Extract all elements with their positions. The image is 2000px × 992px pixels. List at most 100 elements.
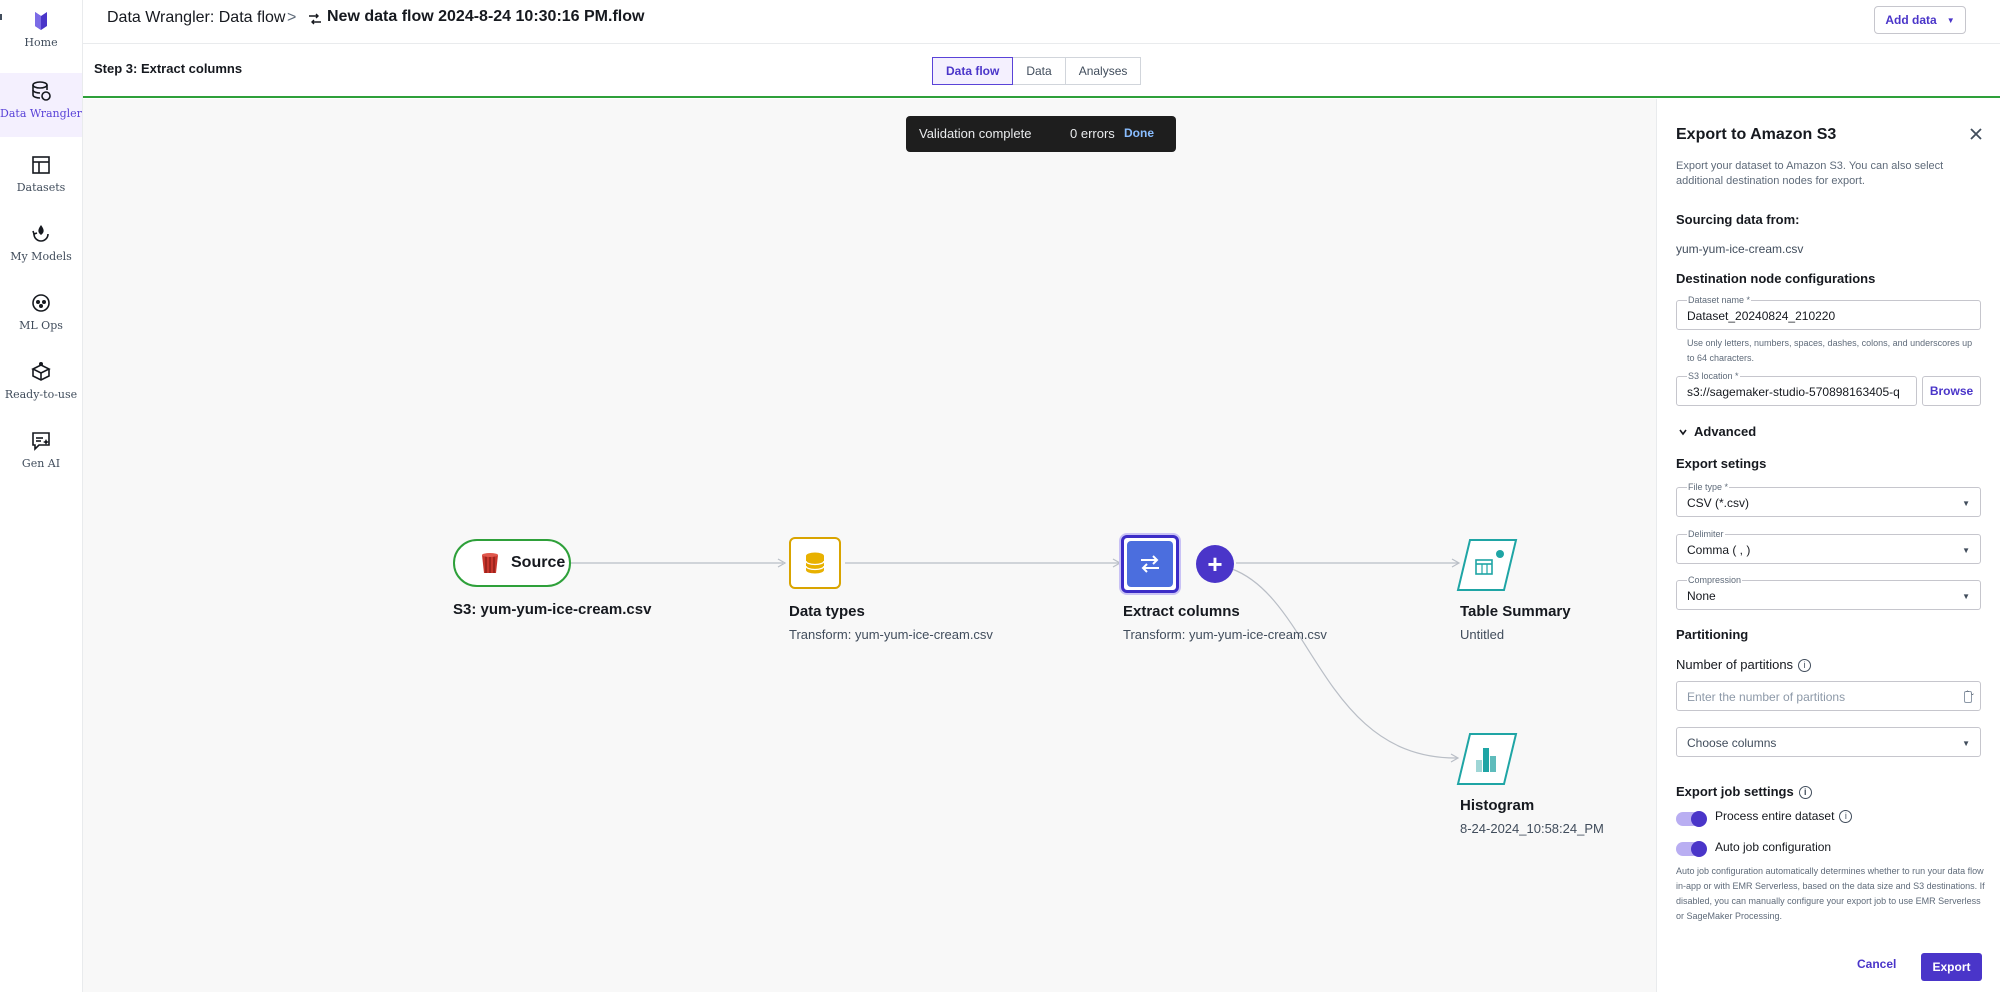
table-summary-node[interactable] [1456, 538, 1518, 591]
file-type-value: CSV (*.csv) [1687, 496, 1750, 510]
tab-analyses[interactable]: Analyses [1065, 57, 1142, 85]
source-pill-label: Source [511, 554, 566, 571]
caret-down-icon: ▼ [1962, 499, 1970, 508]
add-data-label: Add data [1885, 13, 1937, 27]
close-icon[interactable] [1967, 125, 1985, 143]
chevron-down-icon [1679, 429, 1687, 435]
choose-columns-placeholder: Choose columns [1687, 736, 1777, 750]
delimiter-select[interactable]: Delimiter Comma ( , ) ▼ [1676, 529, 1981, 564]
tab-data-flow[interactable]: Data flow [932, 57, 1014, 85]
source-node[interactable]: Source [453, 539, 571, 587]
choose-columns-select[interactable]: Choose columns ▼ [1676, 727, 1981, 757]
histogram-title: Histogram [1460, 797, 1535, 814]
extract-columns-title: Extract columns [1123, 603, 1240, 620]
dataset-name-hint: Use only letters, numbers, spaces, dashe… [1687, 338, 1973, 363]
extract-columns-subtitle: Transform: yum-yum-ice-cream.csv [1123, 627, 1327, 642]
dataset-name-value: Dataset_20240824_210220 [1687, 309, 1836, 323]
nav-item-my-models[interactable]: My Models [0, 216, 82, 280]
destination-heading: Destination node configurations [1676, 271, 1876, 286]
step-title: Step 3: Extract columns [94, 61, 243, 76]
info-icon[interactable]: i [1798, 786, 1812, 800]
add-data-button[interactable]: Add data ▼ [1874, 6, 1966, 34]
process-entire-toggle[interactable] [1676, 811, 1707, 827]
panel-description: Export your dataset to Amazon S3. You ca… [1676, 160, 1944, 187]
data-types-node[interactable] [789, 537, 841, 589]
caret-down-icon: ▼ [1962, 739, 1970, 748]
export-settings-heading: Export setings [1676, 456, 1767, 471]
histogram-node[interactable] [1456, 732, 1518, 785]
tab-data[interactable]: Data [1013, 57, 1066, 85]
process-entire-label: Process entire dataset [1715, 809, 1835, 823]
info-icon[interactable]: i [1839, 810, 1853, 824]
nav-item-data-wrangler[interactable]: Data Wrangler [0, 73, 82, 137]
delimiter-value: Comma ( , ) [1687, 543, 1751, 557]
nav-label: My Models [10, 250, 72, 263]
partitioning-heading: Partitioning [1676, 627, 1749, 642]
extract-columns-node[interactable] [1121, 535, 1179, 593]
nav-item-datasets[interactable]: Datasets [0, 147, 82, 211]
nav-item-ml-ops[interactable]: ML Ops [0, 285, 82, 349]
caret-down-icon: ▼ [1962, 592, 1970, 601]
extract-columns-inner [1127, 541, 1173, 587]
auto-job-toggle[interactable] [1676, 841, 1707, 857]
file-type-label: File type * [1687, 482, 1730, 492]
top-header: Data Wrangler: Data flow > New data flow… [83, 0, 2000, 44]
browse-button[interactable]: Browse [1922, 376, 1981, 406]
process-entire-row: Process entire dataset i [1715, 809, 1853, 824]
database-icon [805, 552, 825, 574]
nav-label: Home [24, 36, 58, 49]
dataset-name-field[interactable]: Dataset name * Dataset_20240824_210220 [1676, 295, 1981, 330]
auto-job-label: Auto job configuration [1715, 840, 1832, 854]
histogram-icon [1456, 733, 1518, 785]
stepper-icon[interactable]: ⌃⌄ [1964, 691, 1975, 703]
cancel-button[interactable]: Cancel [1857, 957, 1896, 971]
flow-edges [571, 558, 1461, 763]
num-partitions-input[interactable]: Enter the number of partitions ⌃⌄ [1676, 681, 1981, 711]
compression-select[interactable]: Compression None ▼ [1676, 575, 1981, 610]
nav-item-home[interactable]: Home [0, 2, 82, 66]
data-types-subtitle: Transform: yum-yum-ice-cream.csv [789, 627, 993, 642]
data-types-title: Data types [789, 603, 865, 620]
file-type-select[interactable]: File type * CSV (*.csv) ▼ [1676, 482, 1981, 517]
gen-ai-icon [32, 432, 50, 451]
breadcrumb-current: New data flow 2024-8-24 10:30:16 PM.flow [327, 8, 645, 25]
source-node-title: S3: yum-yum-ice-cream.csv [453, 601, 652, 618]
s3-location-label: S3 location * [1687, 371, 1740, 381]
num-partitions-placeholder: Enter the number of partitions [1687, 690, 1846, 704]
s3-location-field[interactable]: S3 location * s3://sagemaker-studio-5708… [1676, 371, 1917, 406]
nav-label: Gen AI [21, 457, 61, 470]
datasets-icon [32, 156, 50, 174]
flow-canvas[interactable]: Validation complete 0 errors Done Source… [83, 99, 1656, 992]
table-summary-icon [1456, 539, 1518, 591]
view-tabs: Data flow Data Analyses [932, 57, 1142, 85]
delimiter-label: Delimiter [1687, 529, 1725, 539]
caret-down-icon: ▼ [1962, 546, 1970, 555]
nav-label: Datasets [16, 181, 66, 194]
nav-label: Data Wrangler [0, 107, 82, 120]
num-partitions-label: Number of partitions [1676, 657, 1794, 672]
models-icon [32, 225, 49, 242]
auto-job-description: Auto job configuration automatically det… [1676, 866, 1985, 921]
nav-label: ML Ops [19, 319, 63, 332]
info-icon[interactable]: i [1798, 659, 1812, 673]
nav-item-ready-to-use[interactable]: Ready-to-use [0, 354, 82, 418]
table-summary-subtitle: Untitled [1460, 627, 1505, 642]
export-button[interactable]: Export [1921, 953, 1982, 981]
panel-title: Export to Amazon S3 [1676, 126, 1837, 143]
export-panel: Export to Amazon S3 Export your dataset … [1656, 99, 2000, 992]
nav-item-gen-ai[interactable]: Gen AI [0, 423, 82, 487]
job-settings-heading: Export job settings [1676, 784, 1794, 799]
add-step-button[interactable]: + [1196, 545, 1234, 583]
dataset-name-label: Dataset name * [1687, 295, 1752, 305]
nav-label: Ready-to-use [4, 388, 78, 401]
advanced-label: Advanced [1694, 424, 1757, 439]
sourcing-value: yum-yum-ice-cream.csv [1676, 242, 1804, 256]
advanced-toggle[interactable]: Advanced [1678, 424, 1756, 439]
num-partitions-row: Number of partitions i [1676, 657, 1812, 673]
sourcing-heading: Sourcing data from: [1676, 212, 1800, 227]
breadcrumb-root[interactable]: Data Wrangler: Data flow [107, 9, 285, 27]
compression-label: Compression [1687, 575, 1743, 585]
left-nav: Home Data Wrangler Datasets My Models ML… [0, 0, 83, 992]
breadcrumb-separator: > [287, 9, 297, 26]
histogram-subtitle: 8-24-2024_10:58:24_PM [1460, 821, 1604, 836]
